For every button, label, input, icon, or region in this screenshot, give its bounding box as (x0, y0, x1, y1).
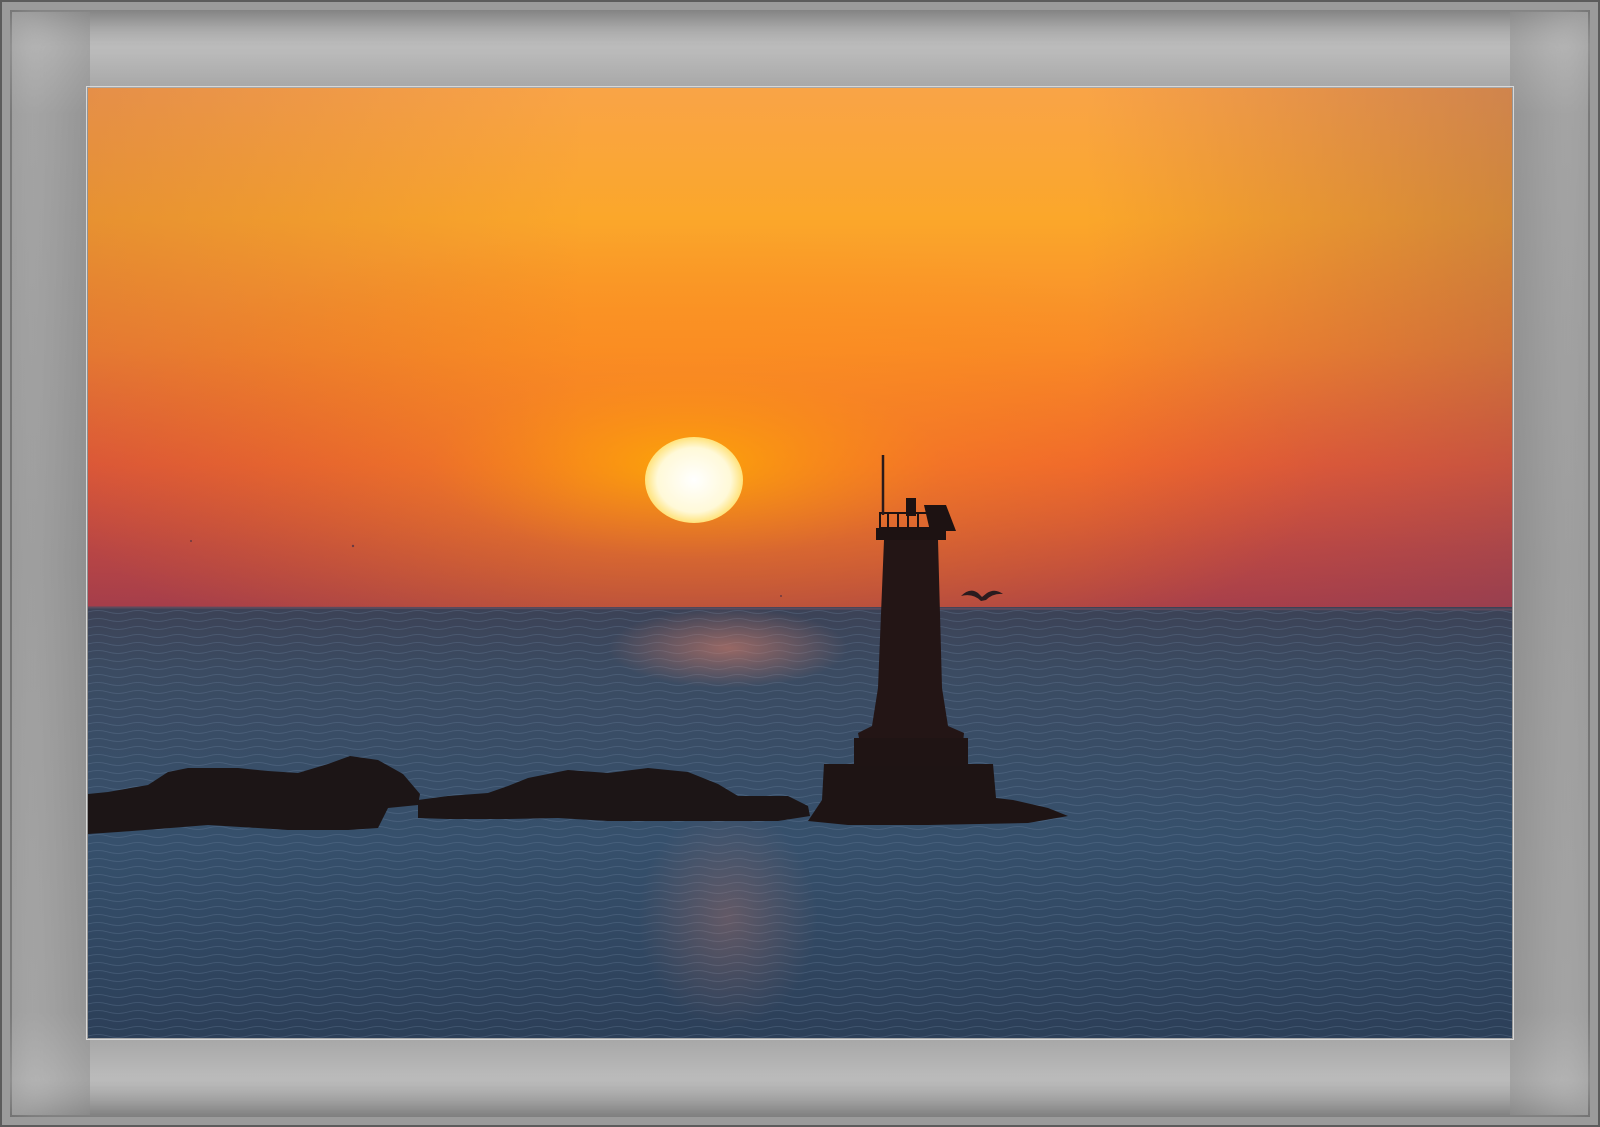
sun (645, 437, 743, 523)
frame-right-bevel (1510, 12, 1588, 1115)
sun-reflection-near-horizon (608, 608, 848, 688)
sky-shading (88, 88, 1512, 611)
photo-canvas (88, 88, 1512, 1038)
lighthouse-plinth (854, 738, 968, 766)
lighthouse-lamp (906, 498, 916, 516)
distant-bird (780, 595, 782, 597)
distant-bird (190, 540, 192, 542)
distant-bird (351, 544, 355, 548)
sunrise-photo (86, 86, 1514, 1040)
sun-reflection-foreground (638, 808, 818, 1028)
frame-left-bevel (12, 12, 90, 1115)
